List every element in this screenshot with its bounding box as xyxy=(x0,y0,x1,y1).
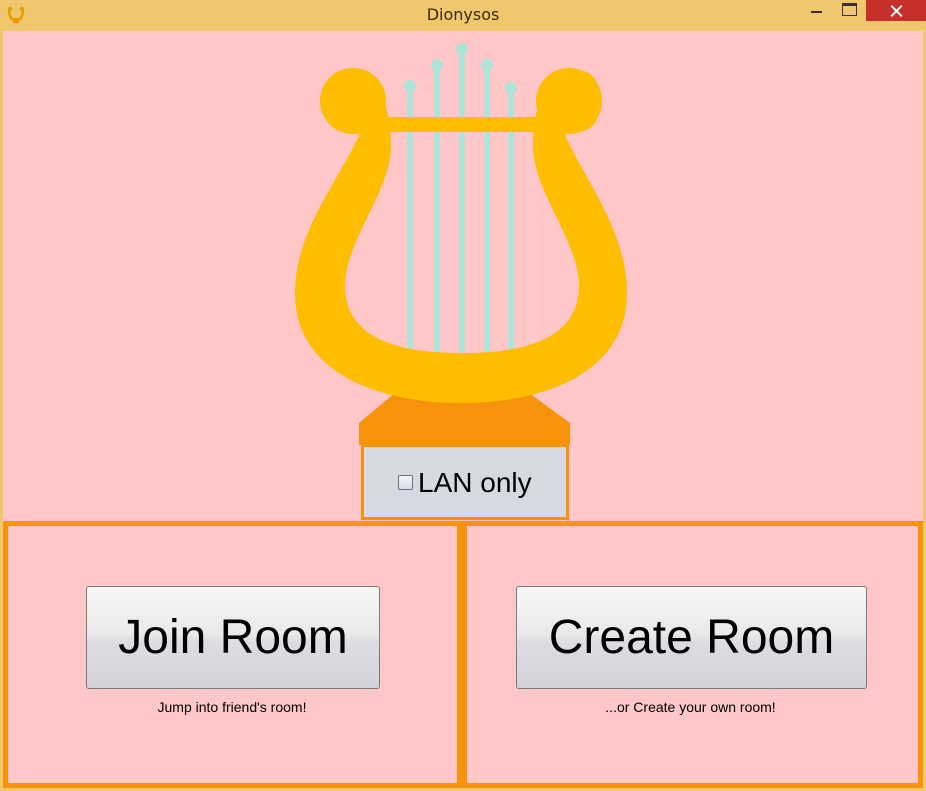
join-room-caption: Jump into friend's room! xyxy=(157,699,307,715)
lyre-strings xyxy=(404,43,517,359)
join-room-panel: Join Room Jump into friend's room! xyxy=(3,521,462,788)
create-room-caption: ...or Create your own room! xyxy=(605,699,776,715)
lan-only-checkbox[interactable] xyxy=(398,475,413,490)
create-room-panel: Create Room ...or Create your own room! xyxy=(462,521,923,788)
main-window-content: LAN only Join Room Jump into friend's ro… xyxy=(3,31,923,788)
create-room-button[interactable]: Create Room xyxy=(516,586,867,689)
header-area: LAN only xyxy=(3,31,923,521)
minimize-icon[interactable] xyxy=(800,0,833,21)
close-icon[interactable] xyxy=(866,0,926,21)
title-bar: Dionysos xyxy=(0,0,926,31)
lan-only-label[interactable]: LAN only xyxy=(418,467,532,499)
window-title: Dionysos xyxy=(426,5,500,24)
lan-only-box: LAN only xyxy=(361,444,569,520)
join-room-button[interactable]: Join Room xyxy=(86,586,380,689)
lyre-crossbar xyxy=(384,117,540,132)
maximize-icon[interactable] xyxy=(833,0,866,21)
